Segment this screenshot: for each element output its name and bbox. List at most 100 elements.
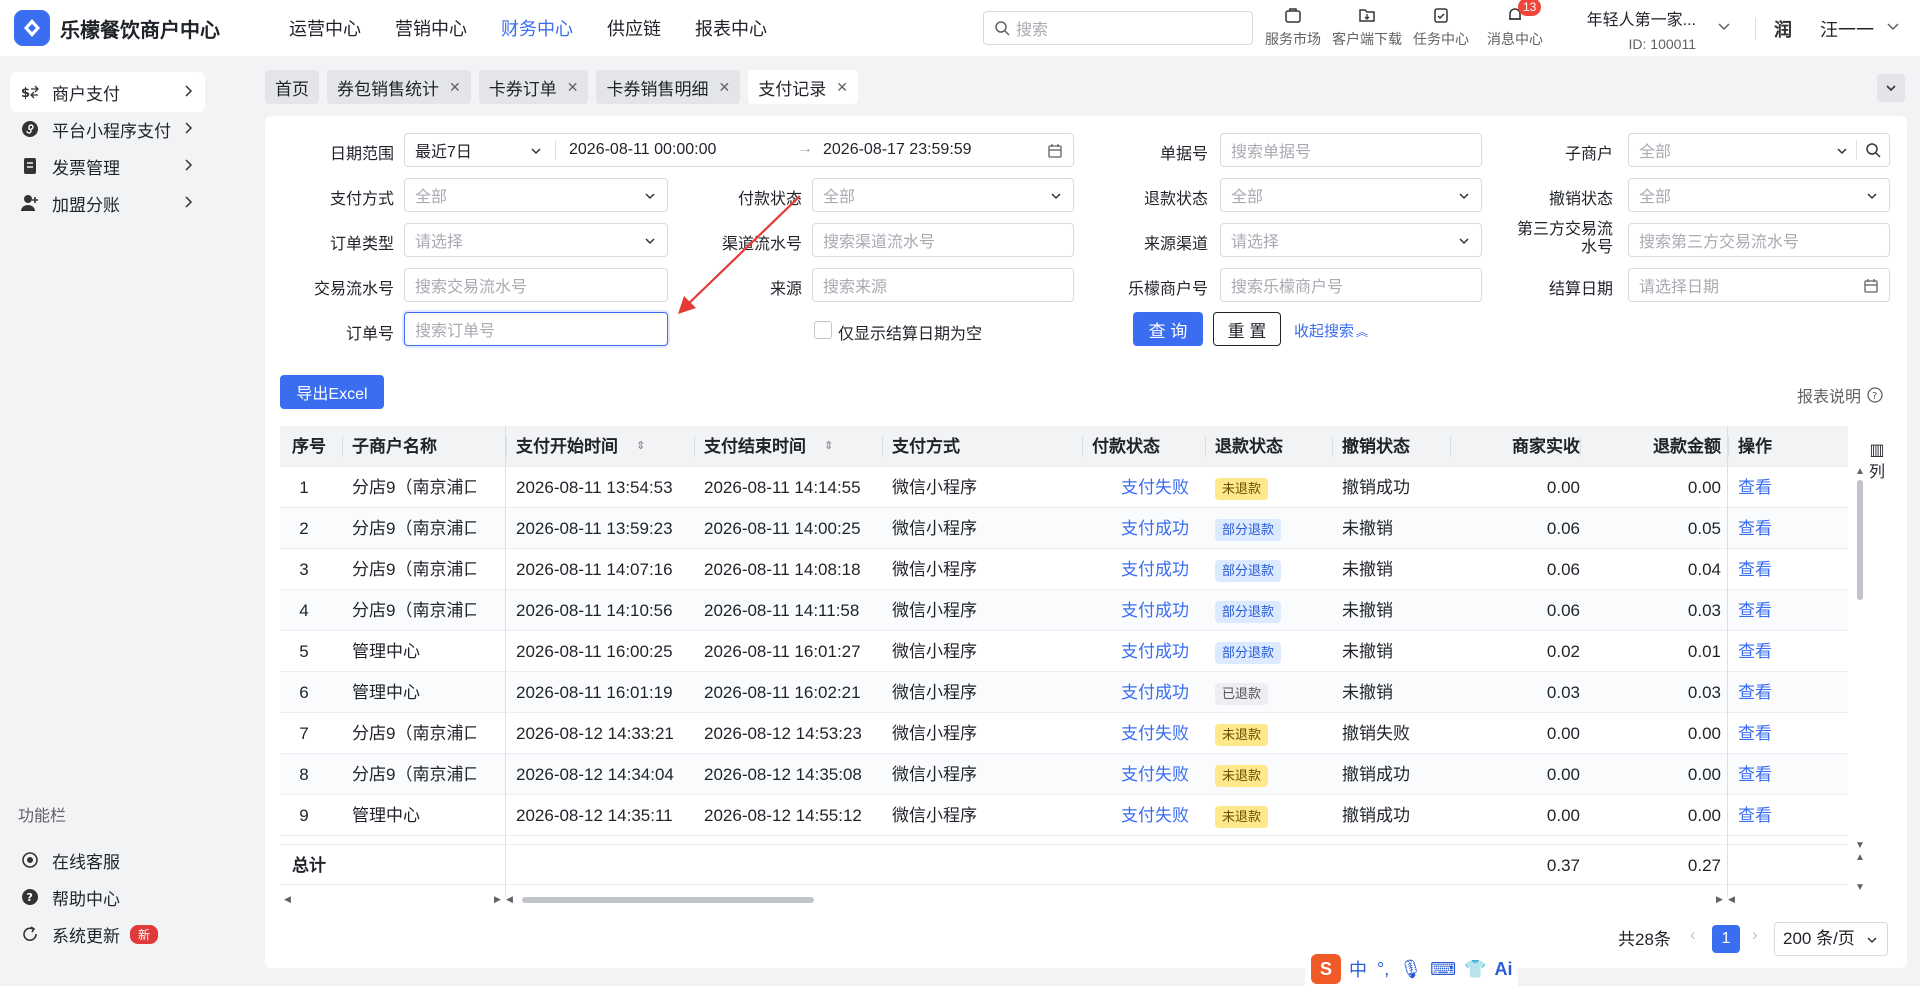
scroll-left-icon[interactable]: ◀ <box>1728 894 1735 905</box>
cell-text[interactable]: 查看 <box>1738 601 1772 620</box>
table-cell-pay[interactable]: 支付成功 <box>1105 590 1205 631</box>
table-cell-op[interactable]: 查看 <box>1738 549 1818 590</box>
page-size-select[interactable]: 200 条/页 <box>1774 922 1888 956</box>
order-type-select[interactable]: 请选择 <box>404 223 668 257</box>
date-start-input[interactable]: 2026-08-11 00:00:00 <box>569 141 716 159</box>
close-icon[interactable]: ✕ <box>567 79 579 96</box>
cell-text[interactable]: 查看 <box>1738 642 1772 661</box>
cell-text[interactable]: 支付成功 <box>1121 560 1189 579</box>
scroll-down-icon[interactable]: ▼ <box>1855 882 1865 893</box>
table-cell-op[interactable]: 查看 <box>1738 631 1818 672</box>
cell-text[interactable]: 查看 <box>1738 806 1772 825</box>
punctuation-icon[interactable]: °, <box>1377 959 1389 980</box>
table-cell-op[interactable]: 查看 <box>1738 672 1818 713</box>
pay-method-select[interactable]: 全部 <box>404 178 668 212</box>
ime-mode[interactable]: 中 <box>1349 956 1367 982</box>
nav-item-supply-chain[interactable]: 供应链 <box>607 15 661 41</box>
settle-date-picker[interactable]: 请选择日期 <box>1628 268 1890 302</box>
tab-payment-records[interactable]: 支付记录 ✕ <box>748 70 858 104</box>
table-cell-op[interactable]: 查看 <box>1738 713 1818 754</box>
chevron-down-icon[interactable] <box>1716 18 1732 34</box>
service-market-button[interactable]: 服务市场 <box>1256 4 1330 49</box>
table-cell-pay[interactable]: 支付成功 <box>1105 631 1205 672</box>
sidebar-item-invoice[interactable]: 发票管理 <box>10 146 205 186</box>
cell-text[interactable]: 查看 <box>1738 724 1772 743</box>
tab-coupon-sales-detail[interactable]: 卡券销售明细 ✕ <box>596 70 741 104</box>
trade-no-input[interactable]: 搜索交易流水号 <box>404 268 668 302</box>
sub-merchant-select[interactable]: 全部 <box>1628 133 1890 167</box>
tab-coupon-package-stats[interactable]: 券包销售统计 ✕ <box>327 70 471 104</box>
chevron-down-icon[interactable] <box>1885 18 1901 34</box>
shirt-icon[interactable]: 👕 <box>1464 959 1486 980</box>
cell-text[interactable]: 支付成功 <box>1121 601 1189 620</box>
next-page-icon[interactable]: › <box>1752 925 1758 945</box>
collapse-search-link[interactable]: 收起搜索 ︽ <box>1294 320 1368 341</box>
date-range-picker[interactable]: 最近7日 2026-08-11 00:00:00 → 2026-08-17 23… <box>404 133 1074 167</box>
pay-status-select[interactable]: 全部 <box>812 178 1074 212</box>
scroll-right-icon[interactable]: ▶ <box>494 894 501 905</box>
date-end-input[interactable]: 2026-08-17 23:59:59 <box>823 141 972 159</box>
ai-icon[interactable]: Ai <box>1494 959 1512 980</box>
task-center-button[interactable]: 任务中心 <box>1404 4 1478 49</box>
table-cell-pay[interactable]: 支付成功 <box>1105 508 1205 549</box>
table-cell-op[interactable]: 查看 <box>1738 467 1818 508</box>
scroll-up-icon[interactable]: ▲ <box>1855 466 1865 477</box>
message-center-button[interactable]: 消息中心 13 <box>1478 0 1552 49</box>
tab-coupon-orders[interactable]: 卡券订单 ✕ <box>478 70 589 104</box>
cell-text[interactable]: 支付失败 <box>1121 478 1189 497</box>
report-help-link[interactable]: 报表说明 ? <box>1797 383 1883 407</box>
close-icon[interactable]: ✕ <box>718 79 730 96</box>
sidebar-item-online-service[interactable]: 在线客服 <box>10 840 205 880</box>
scroll-down-icon[interactable]: ▼ <box>1855 840 1865 851</box>
cell-text[interactable]: 支付成功 <box>1121 519 1189 538</box>
source-channel-select[interactable]: 请选择 <box>1220 223 1482 257</box>
logo[interactable]: 乐檬餐饮商户中心 <box>14 10 254 46</box>
nav-item-marketing[interactable]: 营销中心 <box>395 15 467 41</box>
sidebar-item-miniprogram-payment[interactable]: 平台小程序支付 <box>10 109 205 149</box>
column-header[interactable]: 支付结束时间 <box>704 426 884 467</box>
refund-status-select[interactable]: 全部 <box>1220 178 1482 212</box>
search-icon[interactable] <box>1865 142 1881 158</box>
nav-item-finance[interactable]: 财务中心 <box>501 15 573 41</box>
close-icon[interactable]: ✕ <box>449 79 461 96</box>
export-excel-button[interactable]: 导出Excel <box>280 375 384 409</box>
cell-text[interactable]: 支付失败 <box>1121 724 1189 743</box>
cell-text[interactable]: 支付失败 <box>1121 765 1189 784</box>
reset-button[interactable]: 重 置 <box>1213 312 1281 346</box>
prev-page-icon[interactable]: ‹ <box>1690 925 1696 945</box>
nav-item-operations[interactable]: 运营中心 <box>289 15 361 41</box>
scroll-up-icon[interactable]: ▲ <box>1855 852 1865 863</box>
empty-settle-date-checkbox[interactable] <box>814 321 832 339</box>
cell-text[interactable]: 查看 <box>1738 519 1772 538</box>
scroll-left-icon[interactable]: ◀ <box>284 894 291 905</box>
table-cell-op[interactable]: 查看 <box>1738 795 1818 836</box>
page-1-button[interactable]: 1 <box>1712 925 1740 953</box>
cancel-status-select[interactable]: 全部 <box>1628 178 1890 212</box>
date-preset-select[interactable]: 最近7日 <box>415 138 535 162</box>
source-input[interactable]: 搜索来源 <box>812 268 1074 302</box>
sort-icon[interactable]: ⇕ <box>824 426 833 467</box>
sidebar-item-system-update[interactable]: 系统更新 新 <box>10 914 205 954</box>
table-cell-pay[interactable]: 支付失败 <box>1105 795 1205 836</box>
merchant-no-input[interactable]: 搜索乐檬商户号 <box>1220 268 1482 302</box>
table-cell-op[interactable]: 查看 <box>1738 508 1818 549</box>
keyboard-icon[interactable]: ⌨ <box>1430 959 1456 980</box>
table-cell-op[interactable]: 查看 <box>1738 754 1818 795</box>
nav-item-reports[interactable]: 报表中心 <box>695 15 767 41</box>
channel-no-input[interactable]: 搜索渠道流水号 <box>812 223 1074 257</box>
scroll-right-icon[interactable]: ▶ <box>1716 894 1723 905</box>
tab-home[interactable]: 首页 <box>265 70 319 104</box>
cell-text[interactable]: 查看 <box>1738 560 1772 579</box>
table-horizontal-scrollbar[interactable] <box>522 897 814 903</box>
cell-text[interactable]: 支付成功 <box>1121 642 1189 661</box>
close-icon[interactable]: ✕ <box>836 79 848 96</box>
microphone-icon[interactable]: 🎙 <box>1399 959 1422 980</box>
scroll-left-icon[interactable]: ◀ <box>506 894 513 905</box>
sidebar-item-merchant-payment[interactable]: $ 商户支付 <box>10 72 205 112</box>
table-cell-pay[interactable]: 支付成功 <box>1105 549 1205 590</box>
tabs-menu-button[interactable] <box>1877 74 1905 102</box>
account-switcher[interactable]: 年轻人第一家... ID: 100011 <box>1586 6 1696 52</box>
table-cell-pay[interactable]: 支付成功 <box>1105 672 1205 713</box>
table-cell-pay[interactable]: 支付失败 <box>1105 467 1205 508</box>
query-button[interactable]: 查 询 <box>1133 312 1203 346</box>
